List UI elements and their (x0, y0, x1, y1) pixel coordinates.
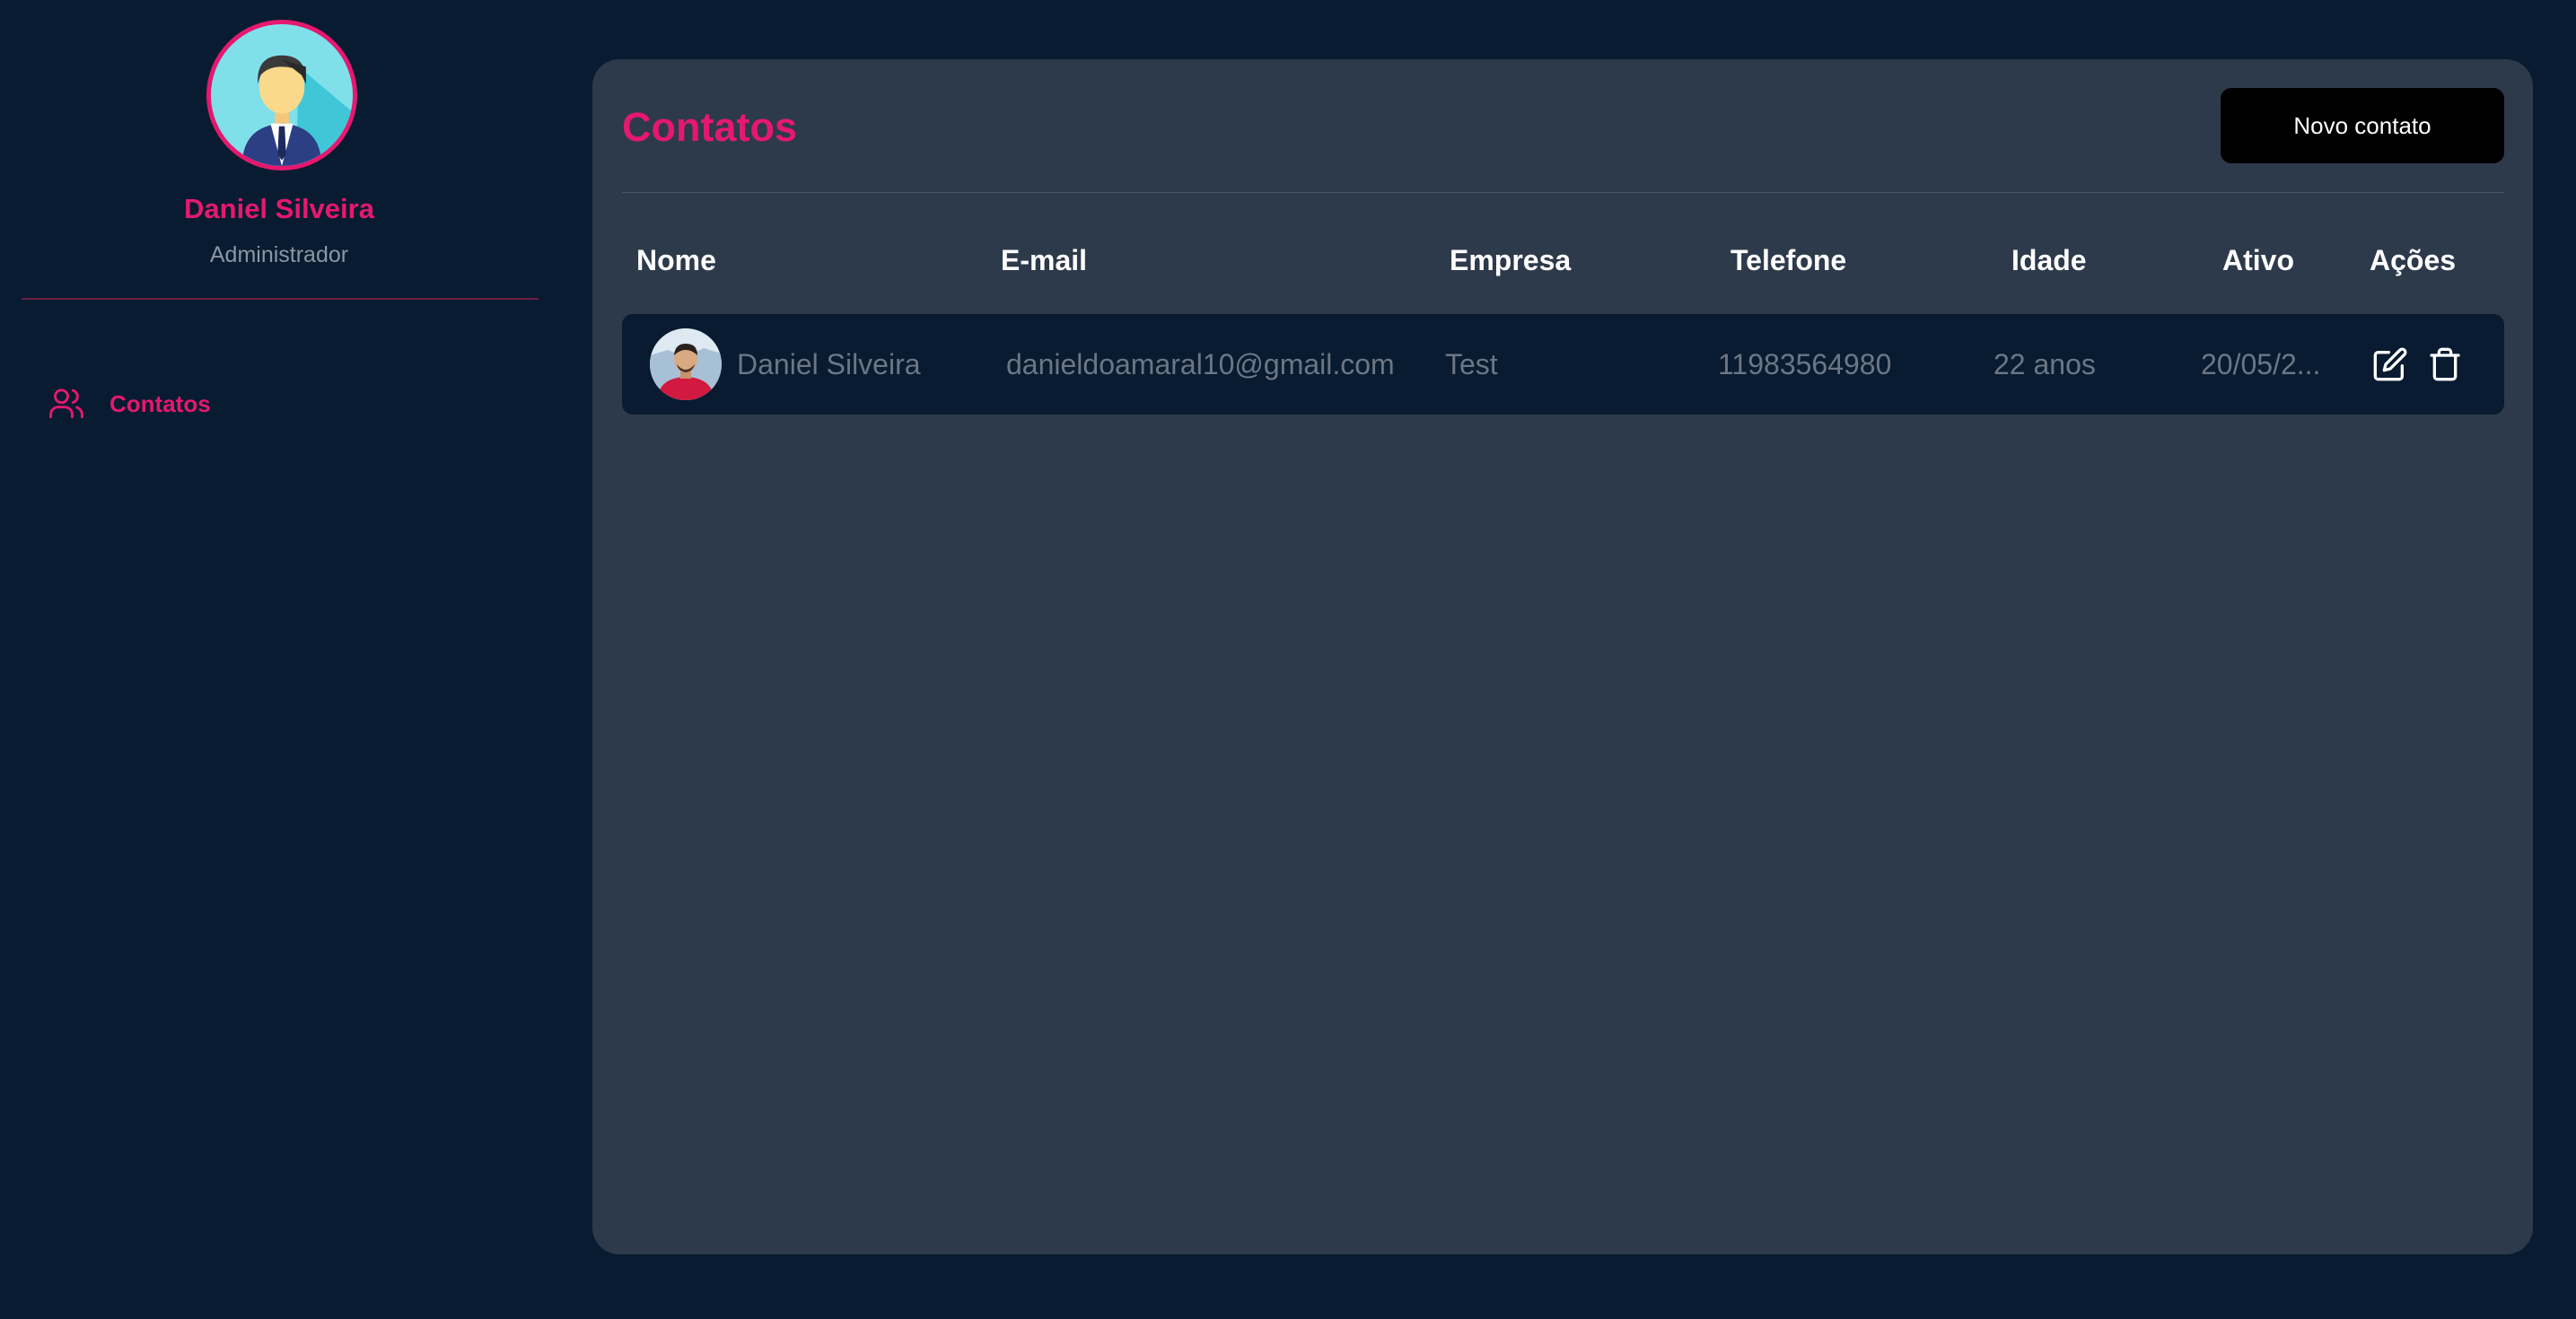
column-header-telefone: Telefone (1730, 244, 1847, 276)
contact-age: 22 anos (1993, 348, 2096, 380)
delete-trash-icon[interactable] (2427, 346, 2463, 382)
column-header-empresa: Empresa (1450, 244, 1572, 276)
user-role: Administrador (209, 242, 349, 267)
contact-photo (650, 328, 722, 400)
sidebar-divider (22, 298, 539, 300)
users-icon (49, 389, 83, 419)
column-header-ativo: Ativo (2222, 244, 2294, 276)
sidebar: Daniel Silveira Administrador Contatos (0, 0, 558, 1319)
column-header-idade: Idade (2011, 244, 2087, 276)
new-contact-button[interactable]: Novo contato (2221, 88, 2504, 163)
edit-icon[interactable] (2372, 346, 2408, 382)
user-name: Daniel Silveira (184, 193, 374, 224)
table-header: Nome E-mail Empresa Telefone Idade Ativo… (622, 244, 2504, 289)
contact-company: Test (1445, 348, 1498, 380)
profile-avatar (206, 20, 357, 170)
user-avatar-illustration (211, 24, 353, 166)
header-divider (622, 192, 2504, 193)
contact-active-date: 20/05/2... (2201, 348, 2321, 380)
contact-email: danieldoamaral10@gmail.com (1006, 348, 1395, 380)
column-header-acoes: Ações (2370, 244, 2457, 276)
column-header-nome: Nome (636, 244, 716, 276)
sidebar-item-contatos[interactable]: Contatos (47, 384, 211, 424)
sidebar-item-label: Contatos (110, 389, 211, 417)
contacts-panel: Contatos Novo contato Nome E-mail Empres… (592, 59, 2533, 1254)
column-header-email: E-mail (1001, 244, 1088, 276)
contact-name: Daniel Silveira (737, 348, 921, 380)
contact-avatar (650, 328, 722, 400)
table-row[interactable]: Daniel Silveira danieldoamaral10@gmail.c… (622, 314, 2504, 415)
contact-phone: 11983564980 (1718, 348, 1892, 380)
page-title: Contatos (622, 104, 797, 150)
